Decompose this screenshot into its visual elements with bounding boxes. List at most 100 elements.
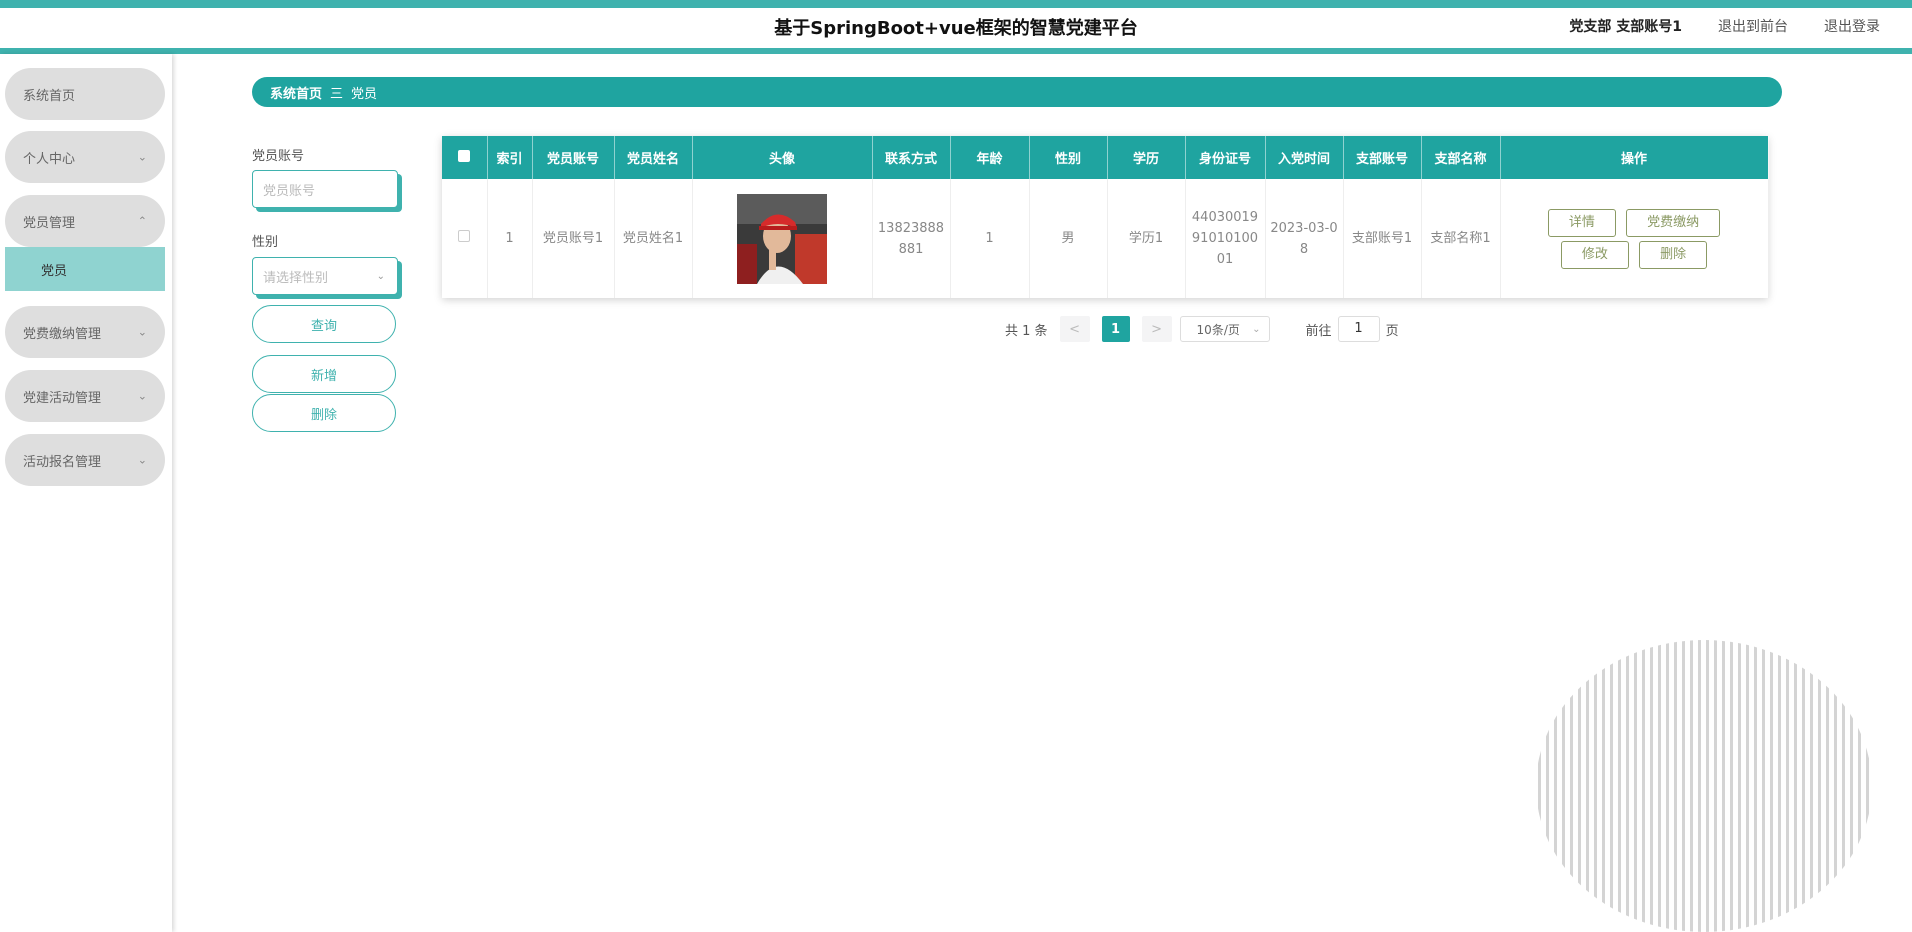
chevron-up-icon: ⌃ [137, 214, 147, 228]
decorative-stripe [1674, 640, 1677, 932]
decorative-stripe [1658, 640, 1661, 932]
decorative-stripe [1610, 640, 1613, 932]
decorative-stripe [1690, 640, 1693, 932]
decorative-stripe [1666, 640, 1669, 932]
column-header: 年龄 [950, 136, 1030, 179]
gender-placeholder: 请选择性别 [263, 270, 329, 286]
account-search-input[interactable]: 党员账号 [252, 170, 398, 208]
decorative-stripe [1586, 640, 1589, 932]
decorative-stripe [1778, 640, 1781, 932]
sidebar-item-activity-management[interactable]: 党建活动管理 ⌄ [5, 370, 165, 422]
sidebar-item-label: 个人中心 [23, 151, 76, 167]
sidebar-item-dues-management[interactable]: 党费缴纳管理 ⌄ [5, 306, 165, 358]
logout-link[interactable]: 退出登录 [1824, 16, 1880, 36]
cell-name: 党员姓名1 [614, 179, 693, 298]
decorative-stripe [1714, 640, 1717, 932]
decorative-stripe [1738, 640, 1741, 932]
select-all-checkbox[interactable] [458, 149, 471, 162]
select-all-cell[interactable] [442, 136, 488, 179]
gender-label: 性别 [252, 235, 279, 250]
query-button[interactable]: 查询 [252, 305, 396, 343]
decorative-stripe [1818, 640, 1821, 932]
cell-branch-account: 支部账号1 [1343, 179, 1422, 298]
cell-education: 学历1 [1107, 179, 1186, 298]
delete-button[interactable]: 删除 [252, 394, 396, 432]
decorative-stripe [1538, 640, 1541, 932]
edit-button[interactable]: 修改 [1560, 240, 1629, 269]
decorative-stripe [1842, 640, 1845, 932]
detail-button[interactable]: 详情 [1547, 208, 1616, 237]
column-header: 党员账号 [532, 136, 615, 179]
decorative-stripe [1602, 640, 1605, 932]
breadcrumb: 系统首页 三 党员 [252, 77, 1782, 107]
column-header: 党员姓名 [614, 136, 693, 179]
column-header: 操作 [1500, 136, 1769, 179]
decorative-stripe [1570, 640, 1573, 932]
pay-dues-button[interactable]: 党费缴纳 [1626, 208, 1721, 237]
sidebar-item-personal-center[interactable]: 个人中心 ⌄ [5, 131, 165, 183]
chevron-down-icon: ⌄ [137, 453, 147, 467]
sidebar-item-label: 党员 [41, 263, 68, 279]
member-table: 索引 党员账号 党员姓名 头像 联系方式 年龄 性别 学历 身份证号 入党时间 … [442, 136, 1769, 298]
decorative-stripe [1858, 640, 1861, 932]
gender-select[interactable]: 请选择性别 ⌄ [252, 257, 398, 295]
row-delete-button[interactable]: 删除 [1639, 240, 1708, 269]
decorative-stripe [1834, 640, 1837, 932]
goto-label: 前往 [1305, 323, 1332, 339]
pagination: 共 1 条 < 1 > 10条/页 ⌄ 前往 1 页 [1005, 316, 1399, 342]
add-button[interactable]: 新增 [252, 355, 396, 393]
decorative-stripe [1554, 640, 1557, 932]
sidebar-item-registration-management[interactable]: 活动报名管理 ⌄ [5, 434, 165, 486]
decorative-stripe [1850, 640, 1853, 932]
decorative-stripe [1802, 640, 1805, 932]
chevron-down-icon: ⌄ [137, 389, 147, 403]
table-header-row: 索引 党员账号 党员姓名 头像 联系方式 年龄 性别 学历 身份证号 入党时间 … [442, 136, 1769, 179]
avatar-image [737, 193, 827, 284]
column-header: 性别 [1029, 136, 1108, 179]
sidebar: 系统首页 个人中心 ⌄ 党员管理 ⌃ 党员 党费缴纳管理 ⌄ 党建活动管理 ⌄ … [0, 54, 172, 932]
total-count: 共 1 条 [1005, 323, 1048, 339]
page-number-1[interactable]: 1 [1101, 316, 1130, 342]
decorative-stripe [1754, 640, 1757, 932]
breadcrumb-home[interactable]: 系统首页 [270, 83, 322, 102]
decorative-stripe [1786, 640, 1789, 932]
cell-index: 1 [487, 179, 533, 298]
cell-age: 1 [950, 179, 1030, 298]
column-header: 身份证号 [1185, 136, 1266, 179]
account-placeholder: 党员账号 [263, 183, 316, 199]
sidebar-item-home[interactable]: 系统首页 [5, 68, 165, 120]
chevron-down-icon: ⌄ [137, 325, 147, 339]
cell-join-date: 2023-03-08 [1265, 179, 1344, 298]
decorative-stripe [1810, 640, 1813, 932]
decorative-stripe [1762, 640, 1765, 932]
goto-page-input[interactable]: 1 [1337, 316, 1380, 342]
decorative-stripe [1546, 640, 1549, 932]
sidebar-subitem-member[interactable]: 党员 [5, 247, 165, 291]
decorative-stripe [1594, 640, 1597, 932]
decorative-stripe [1642, 640, 1645, 932]
row-checkbox[interactable] [458, 230, 471, 242]
decorative-stripe [1562, 640, 1565, 932]
top-header: 基于SpringBoot+vue框架的智慧党建平台 党支部 支部账号1 退出到前… [0, 0, 1912, 54]
decorative-stripe [1578, 640, 1581, 932]
sidebar-item-label: 党费缴纳管理 [23, 326, 102, 342]
next-page-button[interactable]: > [1141, 316, 1172, 342]
decorative-stripe [1770, 640, 1773, 932]
row-select-cell[interactable] [442, 179, 488, 298]
decorative-stripes [1538, 640, 1869, 932]
cell-actions: 详情 党费缴纳 修改 删除 [1500, 179, 1769, 298]
decorative-stripe [1626, 640, 1629, 932]
decorative-stripe [1650, 640, 1653, 932]
table-row: 1 党员账号1 党员姓名1 13823888881 1 男 学历1 440300… [442, 179, 1769, 298]
exit-to-front-link[interactable]: 退出到前台 [1718, 16, 1788, 36]
column-header: 支部名称 [1421, 136, 1501, 179]
decorative-stripe [1746, 640, 1749, 932]
breadcrumb-current: 党员 [351, 86, 378, 102]
cell-branch-name: 支部名称1 [1421, 179, 1501, 298]
sidebar-item-member-management[interactable]: 党员管理 ⌃ [5, 195, 165, 247]
page-size-select[interactable]: 10条/页 ⌄ [1179, 316, 1270, 342]
decorative-stripe [1618, 640, 1621, 932]
prev-page-button[interactable]: < [1059, 316, 1090, 342]
sidebar-item-label: 党建活动管理 [23, 390, 102, 406]
column-header: 头像 [692, 136, 873, 179]
